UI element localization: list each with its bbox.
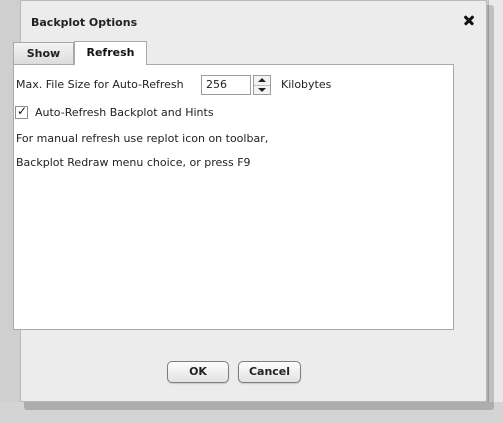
arrow-down-icon bbox=[258, 88, 266, 92]
max-file-size-unit: Kilobytes bbox=[281, 78, 332, 91]
refresh-tab-panel bbox=[13, 64, 454, 330]
dialog-title: Backplot Options bbox=[31, 16, 138, 29]
arrow-up-icon bbox=[258, 78, 266, 82]
ok-button[interactable]: OK bbox=[167, 361, 229, 383]
auto-refresh-label[interactable]: Auto-Refresh Backplot and Hints bbox=[35, 106, 214, 119]
checkmark-icon: ✓ bbox=[17, 104, 28, 118]
cancel-button[interactable]: Cancel bbox=[238, 361, 301, 383]
info-text-line1: For manual refresh use replot icon on to… bbox=[16, 132, 269, 145]
close-icon[interactable] bbox=[461, 12, 477, 28]
auto-refresh-checkbox[interactable]: ✓ bbox=[15, 104, 28, 119]
info-text-line2: Backplot Redraw menu choice, or press F9 bbox=[16, 156, 251, 169]
dialog-titlebar: Backplot Options bbox=[21, 1, 486, 37]
max-file-size-label: Max. File Size for Auto-Refresh bbox=[16, 78, 184, 91]
max-file-size-input[interactable]: 256 bbox=[201, 75, 251, 95]
tab-show[interactable]: Show bbox=[13, 42, 74, 64]
spin-down-button[interactable] bbox=[254, 85, 270, 94]
tab-refresh[interactable]: Refresh bbox=[74, 41, 147, 65]
max-file-size-stepper bbox=[253, 75, 271, 95]
